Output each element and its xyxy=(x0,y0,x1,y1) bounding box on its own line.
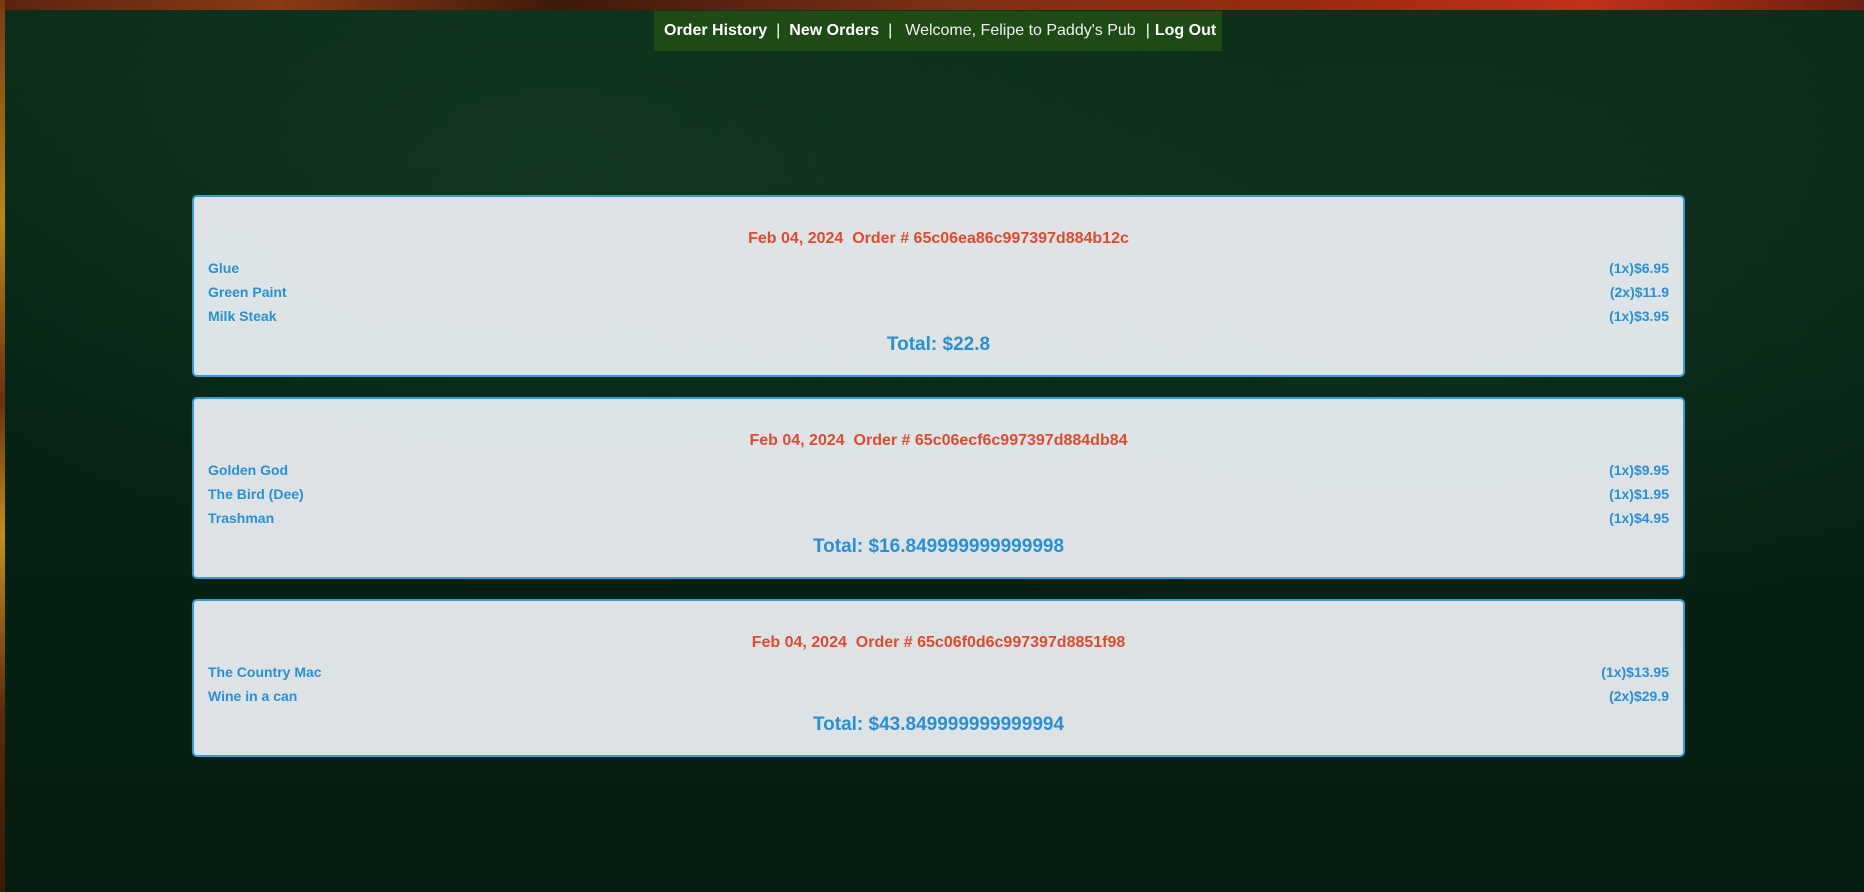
order-item-name: Green Paint xyxy=(208,284,287,300)
order-item-qty-price: (1x)$1.95 xyxy=(1609,486,1669,502)
order-item: Wine in a can (2x)$29.9 xyxy=(208,684,1669,708)
nav-separator: | xyxy=(1145,22,1150,39)
order-card: Feb 04, 2024 Order # 65c06ea86c997397d88… xyxy=(192,195,1685,377)
top-navbar: Order History | New Orders | Welcome, Fe… xyxy=(654,11,1222,51)
order-item-name: Glue xyxy=(208,260,240,276)
order-history-link[interactable]: Order History xyxy=(664,22,767,40)
nav-separator: | xyxy=(776,22,781,39)
order-item: The Country Mac (1x)$13.95 xyxy=(208,660,1669,684)
order-item-qty-price: (1x)$4.95 xyxy=(1609,510,1669,526)
order-item-qty-price: (2x)$11.9 xyxy=(1609,284,1669,300)
order-item-name: The Country Mac xyxy=(208,664,322,680)
order-item: Golden God (1x)$9.95 xyxy=(208,458,1669,482)
order-item: Trashman (1x)$4.95 xyxy=(208,506,1669,530)
order-item: The Bird (Dee) (1x)$1.95 xyxy=(208,482,1669,506)
order-card: Feb 04, 2024 Order # 65c06ecf6c997397d88… xyxy=(192,397,1685,579)
order-item-qty-price: (1x)$13.95 xyxy=(1601,664,1669,680)
order-card: Feb 04, 2024 Order # 65c06f0d6c997397d88… xyxy=(192,599,1685,757)
new-orders-link[interactable]: New Orders xyxy=(789,22,879,40)
order-date: Feb 04, 2024 xyxy=(749,432,845,449)
order-header: Feb 04, 2024 Order # 65c06ecf6c997397d88… xyxy=(208,432,1669,450)
order-total: Total: $22.8 xyxy=(886,334,991,355)
order-total: Total: $16.849999999999998 xyxy=(812,536,1065,557)
order-number: Order # 65c06f0d6c997397d8851f98 xyxy=(855,634,1126,651)
order-item-qty-price: (1x)$3.95 xyxy=(1609,308,1669,324)
order-header: Feb 04, 2024 Order # 65c06ea86c997397d88… xyxy=(208,230,1669,248)
nav-separator: | xyxy=(888,22,893,39)
log-out-link[interactable]: Log Out xyxy=(1155,22,1216,40)
order-total: Total: $43.849999999999994 xyxy=(812,714,1065,735)
order-item: Glue (1x)$6.95 xyxy=(208,256,1669,280)
order-item: Milk Steak (1x)$3.95 xyxy=(208,304,1669,328)
order-item-name: Golden God xyxy=(208,462,289,478)
order-item-name: The Bird (Dee) xyxy=(208,486,304,502)
order-item: Green Paint (2x)$11.9 xyxy=(208,280,1669,304)
order-item-qty-price: (1x)$6.95 xyxy=(1609,260,1669,276)
order-item-qty-price: (1x)$9.95 xyxy=(1609,462,1669,478)
order-item-qty-price: (2x)$29.9 xyxy=(1609,688,1669,704)
order-number: Order # 65c06ecf6c997397d884db84 xyxy=(853,432,1128,449)
order-date: Feb 04, 2024 xyxy=(748,230,844,247)
welcome-message: Welcome, Felipe to Paddy's Pub xyxy=(905,22,1136,39)
order-item-name: Trashman xyxy=(208,510,275,526)
order-header: Feb 04, 2024 Order # 65c06f0d6c997397d88… xyxy=(208,634,1669,652)
order-item-name: Wine in a can xyxy=(208,688,298,704)
background-top-strip xyxy=(0,0,1864,10)
order-item-name: Milk Steak xyxy=(208,308,277,324)
order-number: Order # 65c06ea86c997397d884b12c xyxy=(852,230,1129,247)
order-date: Feb 04, 2024 xyxy=(751,634,847,651)
